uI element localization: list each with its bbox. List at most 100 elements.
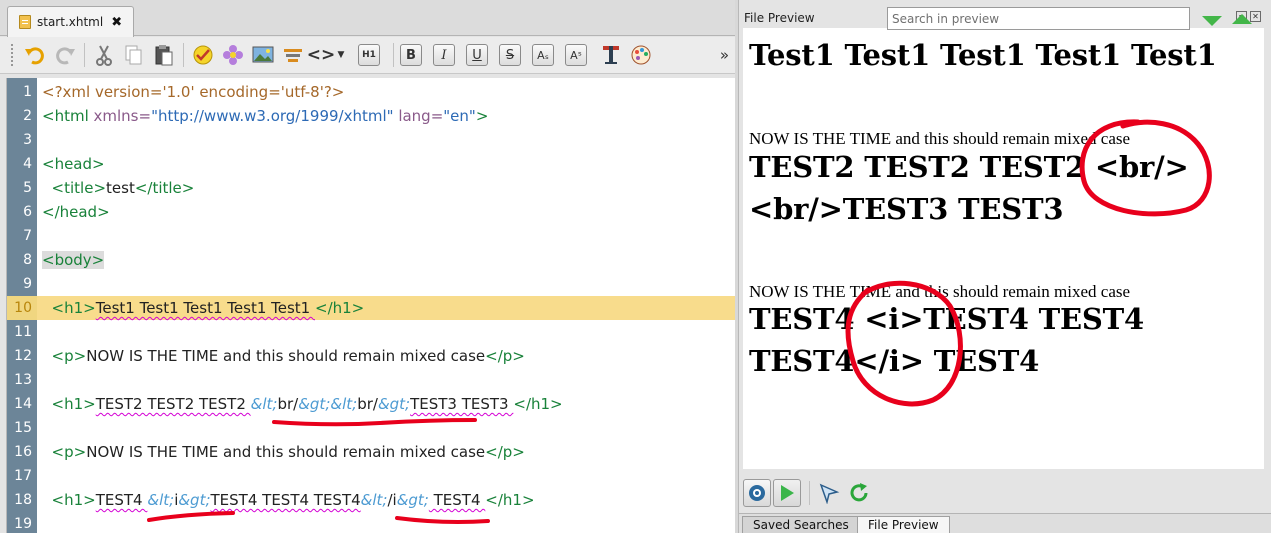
search-prev-arrow-icon[interactable] [1231,13,1253,25]
editor-pane: start.xhtml ✖ <> ▼ H1 B I U S Aₛ Aˢ » 1 … [0,0,735,533]
code-line[interactable]: 2 <html xmlns="http://www.w3.org/1999/xh… [7,104,735,128]
scissors-icon [96,45,112,66]
tag-h1-open: <h1> [51,299,96,317]
insert-link-button[interactable] [280,42,306,68]
undo-button[interactable] [22,42,48,68]
toolbar-grip[interactable] [10,43,14,67]
code-line[interactable]: 4 <head> [7,152,735,176]
inspect-button[interactable] [816,480,842,506]
search-next-arrow-icon[interactable] [1201,15,1223,27]
tab-saved-searches[interactable]: Saved Searches [742,516,860,533]
search-in-preview-input[interactable] [887,7,1190,30]
line-number: 10 [14,300,32,316]
entity-lt: &lt; [147,491,175,509]
code-line-current[interactable]: 10 <h1>Test1 Test1 Test1 Test1 Test1 </h… [7,296,735,320]
italic-button[interactable]: I [433,44,455,66]
close-icon: ✕ [1252,12,1259,21]
line-number: 12 [14,348,32,364]
line-number: 11 [14,324,32,340]
cut-button[interactable] [91,42,117,68]
entity-gt: &gt; [178,491,211,509]
spellcheck-button[interactable] [190,42,216,68]
line-number: 7 [23,228,32,244]
paste-button[interactable] [151,42,177,68]
code-line[interactable]: 12 <p>NOW IS THE TIME and this should re… [7,344,735,368]
code-line[interactable]: 19 [7,512,735,533]
subscript-button[interactable]: Aₛ [532,44,554,66]
bold-button[interactable]: B [400,44,422,66]
redo-button[interactable] [52,42,78,68]
code-line[interactable]: 3 [7,128,735,152]
toolbar-separator [84,43,85,67]
line-number: 5 [23,180,32,196]
code-line[interactable]: 17 [7,464,735,488]
run-button[interactable] [773,479,801,507]
attr-xmlns: xmlns= [88,107,152,125]
copy-icon [125,45,142,65]
preview-bottom-tabs: Saved Searches File Preview [739,513,1271,533]
code-editor[interactable]: 1 <?xml version='1.0' encoding='utf-8'?>… [6,78,735,533]
h1-text: Test1 Test1 Test1 Test1 Test1 [95,299,315,317]
tag-p-open: <p> [51,347,87,365]
toolbar-separator [183,43,184,67]
entity-gt: &gt; [377,395,411,413]
close-icon[interactable]: ✖ [111,15,122,30]
heading-button[interactable]: H1 [358,44,380,66]
code-line[interactable]: 14 <h1>TEST2 TEST2 TEST2 &lt;br/&gt;&lt;… [7,392,735,416]
entity-lt: &lt; [360,491,388,509]
strikethrough-button[interactable]: S [499,44,521,66]
palette-icon [631,45,651,65]
code-line[interactable]: 11 [7,320,735,344]
copy-button[interactable] [121,42,147,68]
code-line[interactable]: 9 [7,272,735,296]
insert-special-button[interactable] [220,42,246,68]
preview-render-area[interactable]: Test1 Test1 Test1 Test1 Test1 NOW IS THE… [743,28,1264,469]
color-palette-button[interactable] [628,42,654,68]
editor-tab-strip: start.xhtml ✖ [0,0,735,37]
tab-file-preview[interactable]: File Preview [857,516,950,533]
editor-tab-start-xhtml[interactable]: start.xhtml ✖ [7,6,134,37]
h1-text: br/ [277,395,299,413]
code-line[interactable]: 6 </head> [7,200,735,224]
line-number: 17 [14,468,32,484]
code-line[interactable]: 8 <body> [7,248,735,272]
line-number: 1 [23,84,32,100]
line-number: 8 [23,252,32,268]
code-line[interactable]: 7 [7,224,735,248]
code-line[interactable]: 13 [7,368,735,392]
file-icon [19,15,31,29]
line-number: 13 [14,372,32,388]
tag-p-close: </p> [485,347,525,365]
sync-icon [749,485,765,501]
code-tag-button[interactable]: <> [307,42,336,68]
h1-text: TEST2 TEST2 TEST2 [95,395,251,413]
underline-button[interactable]: U [466,44,488,66]
reload-icon [850,483,868,502]
entity-lt: &lt; [250,395,278,413]
code-tag-dropdown[interactable]: ▼ [336,42,346,68]
insert-image-button[interactable] [250,42,276,68]
line-number: 4 [23,156,32,172]
h1-text: TEST4 TEST4 TEST4 [210,491,361,509]
redo-icon [56,47,75,65]
preview-heading-2: TEST2 TEST2 TEST2 <br/><br/>TEST3 TEST3 [749,150,1189,226]
superscript-button[interactable]: Aˢ [565,44,587,66]
text-style-button[interactable] [598,42,624,68]
tag-p-open: <p> [51,443,87,461]
code-line[interactable]: 1 <?xml version='1.0' encoding='utf-8'?> [7,80,735,104]
title-text: test [106,179,135,197]
file-preview-pane: File Preview ▫ ✕ Test1 Test1 Test1 Test1… [738,0,1271,533]
image-icon [252,46,274,63]
tag-html-bracket: > [475,107,489,125]
code-line[interactable]: 16 <p>NOW IS THE TIME and this should re… [7,440,735,464]
code-line[interactable]: 18 <h1>TEST4 &lt;i&gt;TEST4 TEST4 TEST4&… [7,488,735,512]
code-line[interactable]: 5 <title>test</title> [7,176,735,200]
entity-lt: &lt; [330,395,358,413]
preview-search-bar [743,475,1264,511]
sync-preview-button[interactable] [743,479,771,507]
toolbar-overflow-chevron[interactable]: » [720,46,729,64]
reload-preview-button[interactable] [846,480,872,506]
tag-p-close: </p> [485,443,525,461]
h1-text: TEST3 TEST3 [410,395,514,413]
code-line[interactable]: 15 [7,416,735,440]
